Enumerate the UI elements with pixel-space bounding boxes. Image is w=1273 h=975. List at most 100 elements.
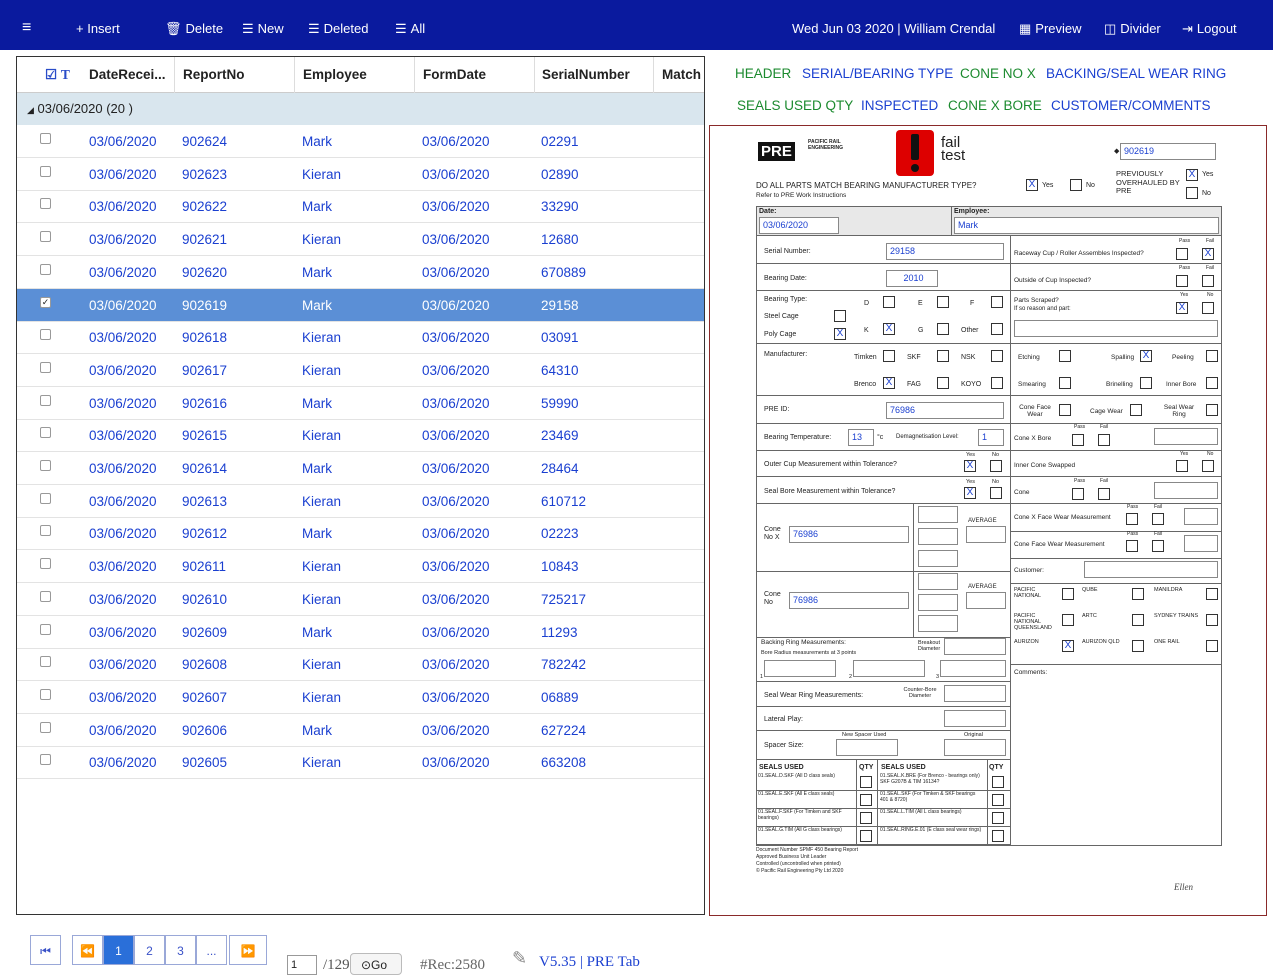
type-other-checkbox[interactable] [991,323,1003,335]
cone-average-field[interactable] [966,592,1006,609]
first-page-button[interactable]: ⏮ [30,935,61,965]
cone-face-pass-checkbox[interactable] [1126,540,1138,552]
raceway-pass-checkbox[interactable] [1176,248,1188,260]
cell-employee[interactable]: Kieran [302,648,341,681]
cell-datereceived[interactable]: 03/06/2020 [89,321,157,354]
pre-id-field[interactable]: 76986 [886,402,1004,419]
cell-formdate[interactable]: 03/06/2020 [422,485,490,518]
table-row[interactable]: 03/06/2020 902623 Kieran 03/06/2020 02890 [17,158,704,191]
cell-employee[interactable]: Kieran [302,550,341,583]
inner-bore-checkbox[interactable] [1206,377,1218,389]
cell-formdate[interactable]: 03/06/2020 [422,550,490,583]
cell-employee[interactable]: Kieran [302,354,341,387]
inner-cone-yes-checkbox[interactable] [1176,460,1188,472]
row-checkbox[interactable] [40,492,51,504]
cell-datereceived[interactable]: 03/06/2020 [89,190,157,223]
table-row[interactable]: 03/06/2020 902605 Kieran 03/06/2020 663208 [17,746,704,780]
parts-scraped-no-checkbox[interactable] [1202,302,1214,314]
row-checkbox[interactable] [40,525,51,537]
cone-x-m3[interactable] [918,550,958,567]
type-e-checkbox[interactable] [937,296,949,308]
cell-reportno[interactable]: 902615 [182,419,227,452]
cell-reportno[interactable]: 902612 [182,517,227,550]
seal-right-qty-checkbox[interactable] [992,812,1004,824]
row-checkbox[interactable] [40,427,51,439]
cell-datereceived[interactable]: 03/06/2020 [89,648,157,681]
prev-page-button[interactable]: ⏪ [72,935,103,965]
table-row[interactable]: 03/06/2020 902621 Kieran 03/06/2020 12680 [17,223,704,257]
row-checkbox[interactable]: ✓ [40,296,51,308]
col-employee[interactable]: Employee [295,57,415,93]
customer-option-checkbox[interactable] [1206,614,1218,626]
seal-right-qty-checkbox[interactable] [992,794,1004,806]
type-g-checkbox[interactable] [937,323,949,335]
match-yes-checkbox[interactable]: X [1026,179,1038,191]
cell-serialnumber[interactable]: 627224 [541,714,586,747]
seal-bore-no-checkbox[interactable] [990,487,1002,499]
cone-x-bore-pass-checkbox[interactable] [1072,434,1084,446]
mfr-brenco-checkbox[interactable]: X [883,377,895,389]
customer-option-checkbox[interactable] [1206,640,1218,652]
table-row[interactable]: ✓ 03/06/2020 902619 Mark 03/06/2020 29158 [17,288,704,322]
raceway-fail-checkbox[interactable]: X [1202,248,1214,260]
cage-wear-checkbox[interactable] [1130,404,1142,416]
tab-cone-x-bore[interactable]: CONE X BORE [948,98,1042,113]
demag-field[interactable]: 1 [978,429,1004,446]
cell-employee[interactable]: Mark [302,452,332,485]
table-row[interactable]: 03/06/2020 902608 Kieran 03/06/2020 782242 [17,648,704,682]
cell-serialnumber[interactable]: 02890 [541,158,579,191]
cell-employee[interactable]: Mark [302,517,332,550]
row-checkbox[interactable] [40,231,51,243]
cell-employee[interactable]: Mark [302,190,332,223]
cell-datereceived[interactable]: 03/06/2020 [89,419,157,452]
cell-employee[interactable]: Mark [302,256,332,289]
cell-datereceived[interactable]: 03/06/2020 [89,485,157,518]
cell-formdate[interactable]: 03/06/2020 [422,648,490,681]
cell-formdate[interactable]: 03/06/2020 [422,419,490,452]
table-row[interactable]: 03/06/2020 902620 Mark 03/06/2020 670889 [17,256,704,289]
parts-scraped-reason-field[interactable] [1014,320,1218,337]
table-row[interactable]: 03/06/2020 902609 Mark 03/06/2020 11293 [17,616,704,649]
col-serialnumber[interactable]: SerialNumber [534,57,654,93]
mfr-timken-checkbox[interactable] [883,350,895,362]
outer-cup-yes-checkbox[interactable]: X [964,460,976,472]
cone-field[interactable] [1154,482,1218,499]
row-checkbox[interactable] [40,590,51,602]
tab-cone-no-x[interactable]: CONE NO X [960,66,1036,81]
row-checkbox[interactable] [40,394,51,406]
table-row[interactable]: 03/06/2020 902614 Mark 03/06/2020 28464 [17,452,704,485]
cell-reportno[interactable]: 902613 [182,485,227,518]
row-checkbox[interactable] [40,623,51,635]
cell-datereceived[interactable]: 03/06/2020 [89,289,157,322]
cell-employee[interactable]: Kieran [302,583,341,616]
page-2-button[interactable]: 2 [134,935,165,965]
table-row[interactable]: 03/06/2020 902612 Mark 03/06/2020 02223 [17,517,704,551]
mfr-skf-checkbox[interactable] [937,350,949,362]
row-checkbox[interactable] [40,688,51,700]
cell-employee[interactable]: Kieran [302,223,341,256]
row-checkbox[interactable] [40,329,51,341]
delete-button[interactable]: 🗑 Delete [165,0,223,50]
customer-option-checkbox[interactable]: X [1062,640,1074,652]
cone-x-average-field[interactable] [966,526,1006,543]
table-row[interactable]: 03/06/2020 902624 Mark 03/06/2020 02291 [17,125,704,158]
customer-field[interactable] [1084,561,1218,578]
bore-point-3-field[interactable] [940,660,1006,677]
collapse-triangle-icon[interactable]: ◢ [27,105,34,115]
cell-datereceived[interactable]: 03/06/2020 [89,681,157,714]
cell-serialnumber[interactable]: 12680 [541,223,579,256]
bore-point-1-field[interactable] [764,660,836,677]
cell-reportno[interactable]: 902609 [182,616,227,649]
col-reportno[interactable]: ReportNo [175,57,295,93]
cell-serialnumber[interactable]: 725217 [541,583,586,616]
cell-reportno[interactable]: 902614 [182,452,227,485]
mfr-koyo-checkbox[interactable] [991,377,1003,389]
original-spacer-field[interactable] [944,739,1006,756]
seal-bore-yes-checkbox[interactable]: X [964,487,976,499]
cell-reportno[interactable]: 902608 [182,648,227,681]
cell-serialnumber[interactable]: 59990 [541,387,579,420]
cone-m2[interactable] [918,594,958,611]
row-checkbox[interactable] [40,721,51,733]
cell-formdate[interactable]: 03/06/2020 [422,746,490,779]
row-checkbox[interactable] [40,165,51,177]
